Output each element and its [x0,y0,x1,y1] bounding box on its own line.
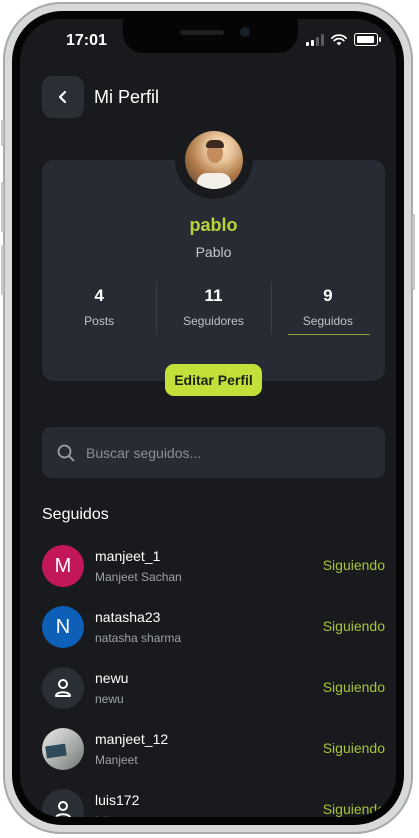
status-icons [306,33,381,46]
list-item[interactable]: manjeet_12 Manjeet Siguiendo [42,724,385,785]
status-bar: 17:01 [20,19,396,59]
list-item-fullname: Manjeet Sachan [95,570,182,584]
stat-posts[interactable]: 4 Posts [42,278,156,338]
screen: 17:01 Mi Perfil pablo Pablo 4 Posts 11 S… [20,19,396,817]
following-button[interactable]: Siguiendo [323,801,385,817]
avatar-photo [185,131,243,189]
following-button[interactable]: Siguiendo [323,740,385,756]
front-camera [240,27,250,37]
phone-frame: 17:01 Mi Perfil pablo Pablo 4 Posts 11 S… [1,2,415,834]
user-icon [55,679,71,697]
stat-value: 9 [323,286,333,305]
list-item-username: luis172 [95,792,140,808]
stat-value: 4 [94,286,104,305]
bezel: 17:01 Mi Perfil pablo Pablo 4 Posts 11 S… [12,11,404,825]
list-item-username: newu [95,670,129,686]
section-title: Seguidos [42,506,109,523]
stat-value: 11 [204,286,223,305]
power-button [412,214,415,290]
list-item-username: manjeet_12 [95,731,169,747]
avatar [42,667,84,709]
stat-followers[interactable]: 11 Seguidores [156,278,270,338]
avatar [42,789,84,817]
stat-following[interactable]: 9 Seguidos [270,278,385,338]
list-item[interactable]: M manjeet_1 Manjeet Sachan Siguiendo [42,541,385,602]
wifi-icon [331,33,347,45]
signal-icon [306,33,324,46]
search-icon [57,444,75,461]
stat-label: Posts [84,314,115,328]
avatar-letter: N [55,615,71,638]
list-item-fullname: Manjeet [95,753,138,767]
notch [123,19,298,53]
profile-stats: 4 Posts 11 Seguidores 9 Seguidos [42,278,385,338]
profile-avatar[interactable] [175,121,253,199]
following-list: M manjeet_1 Manjeet Sachan Siguiendo N n… [42,541,385,817]
speaker [180,30,224,35]
list-item-fullname: newu [95,692,124,706]
list-item[interactable]: N natasha23 natasha sharma Siguiendo [42,602,385,663]
avatar-letter: M [54,554,72,577]
following-button[interactable]: Siguiendo [323,679,385,695]
list-item-username: natasha23 [95,609,161,625]
back-button[interactable] [42,76,84,118]
user-icon [55,801,71,817]
mute-switch [1,120,4,146]
volume-down-button [1,245,4,295]
volume-up-button [1,182,4,232]
profile-display-name: Pablo [195,244,232,260]
avatar [42,728,84,770]
battery-icon [354,33,381,46]
search-placeholder: Buscar seguidos... [86,444,202,461]
status-time: 17:01 [66,32,107,49]
avatar: N [42,606,84,648]
list-item[interactable]: luis172 luis Siguiendo [42,785,385,817]
page-title: Mi Perfil [94,87,160,107]
profile-username: pablo [189,215,238,235]
stat-label: Seguidores [183,314,244,328]
list-item-fullname: natasha sharma [95,631,182,645]
chevron-left-icon [58,90,67,104]
search-bar[interactable]: Buscar seguidos... [42,427,385,478]
avatar: M [42,545,84,587]
list-item-username: manjeet_1 [95,548,161,564]
edit-profile-button[interactable]: Editar Perfil [165,364,262,396]
following-button[interactable]: Siguiendo [323,618,385,634]
list-item[interactable]: newu newu Siguiendo [42,663,385,724]
stat-label: Seguidos [302,314,353,328]
following-button[interactable]: Siguiendo [323,557,385,573]
list-item-fullname: luis [95,814,113,817]
